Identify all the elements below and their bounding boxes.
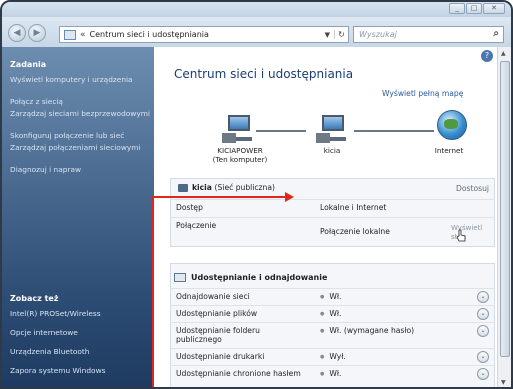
address-bar[interactable]: « Centrum sieci i udostępniania ▼ ↻ <box>59 26 349 43</box>
row-value: Wł. (wymagane hasło) <box>320 326 414 335</box>
row-value: Wł. <box>320 292 341 301</box>
network-folder-icon <box>64 29 76 40</box>
network-icon <box>178 184 188 192</box>
sidebar-item-diagnose[interactable]: Diagnozuj i napraw <box>10 165 152 175</box>
map-connector <box>354 130 434 132</box>
computer-icon <box>220 115 254 143</box>
map-node-label: KICIAPOWER <box>217 146 263 155</box>
sidebar-heading-see-also: Zobacz też <box>10 294 59 303</box>
sharing-icon <box>174 273 186 282</box>
sharing-row-printer: Udostępnianie drukarki Wył. ⌄ <box>170 348 495 365</box>
expand-chevron-icon[interactable]: ⌄ <box>477 325 489 337</box>
main-content: ? Centrum sieci i udostępniania Wyświetl… <box>154 47 497 387</box>
address-dropdown-icon[interactable]: ▼ <box>325 31 330 39</box>
annotation-arrow-line <box>152 196 287 198</box>
forward-button[interactable]: ▶ <box>28 24 46 42</box>
map-node-internet: Internet <box>434 146 464 155</box>
close-button[interactable]: ✕ <box>483 3 505 14</box>
internet-globe-icon <box>437 110 467 140</box>
row-key: Dostęp <box>176 203 203 212</box>
help-icon[interactable]: ? <box>481 50 493 62</box>
sidebar-item-view-computers[interactable]: Wyświetl komputery i urządzenia <box>10 75 152 85</box>
title-bar: _ □ ✕ <box>2 2 511 17</box>
address-toolbar: ◀ ▶ « Centrum sieci i udostępniania ▼ ↻ … <box>2 17 511 47</box>
customize-link[interactable]: Dostosuj <box>456 184 489 193</box>
sidebar-heading-tasks: Zadania <box>10 60 47 69</box>
minimize-button[interactable]: _ <box>449 3 465 14</box>
map-node-network: kicia <box>323 146 341 155</box>
back-button[interactable]: ◀ <box>8 24 26 42</box>
expand-chevron-icon[interactable]: ⌄ <box>477 308 489 320</box>
map-node-sublabel: (Ten komputer) <box>212 155 268 164</box>
sharing-row-public-folder: Udostępnianie folderu publicznego Wł. (w… <box>170 322 495 348</box>
network-type: (Sieć publiczna) <box>214 183 275 192</box>
sidebar-item-manage-wireless[interactable]: Zarządzaj sieciami bezprzewodowymi <box>10 109 152 119</box>
sharing-row-discovery: Odnajdowanie sieci Wł. ⌄ <box>170 288 495 305</box>
scroll-up-icon[interactable]: ▲ <box>501 50 506 57</box>
row-value: Wył. <box>320 352 345 361</box>
row-value: Lokalne i Internet <box>320 203 387 212</box>
search-placeholder: Wyszukaj <box>359 30 397 39</box>
expand-chevron-icon[interactable]: ⌄ <box>477 368 489 380</box>
search-icon[interactable]: ⌕ <box>493 28 499 39</box>
maximize-button[interactable]: □ <box>466 3 482 14</box>
sidebar-item-bluetooth[interactable]: Urządzenia Bluetooth <box>10 347 152 357</box>
sidebar-item-manage-connections[interactable]: Zarządzaj połączeniami sieciowymi <box>10 143 152 153</box>
network-name: kicia (Sieć publiczna) <box>192 183 275 192</box>
row-key: Udostępnianie chronione hasłem <box>176 369 301 378</box>
page-title: Centrum sieci i udostępniania <box>174 67 354 81</box>
map-node-computer: KICIAPOWER (Ten komputer) <box>210 146 270 164</box>
breadcrumb-chevron-icon: « <box>80 29 86 40</box>
map-connector <box>256 130 306 132</box>
network-icon <box>314 115 348 143</box>
expand-chevron-icon[interactable]: ⌄ <box>477 291 489 303</box>
sidebar-item-connect[interactable]: Połącz z siecią <box>10 97 152 107</box>
hand-cursor-icon <box>456 229 466 242</box>
sidebar: Zadania Wyświetl komputery i urządzenia … <box>2 47 154 387</box>
network-row-connection: Połączenie Połączenie lokalne <box>170 217 495 245</box>
address-path: Centrum sieci i udostępniania <box>89 30 209 39</box>
sidebar-item-proset[interactable]: Intel(R) PROSet/Wireless <box>10 309 152 319</box>
network-row-access: Dostęp Lokalne i Internet <box>170 199 495 216</box>
sidebar-item-internet-options[interactable]: Opcje internetowe <box>10 328 152 338</box>
window-controls: _ □ ✕ <box>449 3 505 14</box>
full-map-link[interactable]: Wyświetl pełną mapę <box>382 89 463 98</box>
sidebar-item-setup-connection[interactable]: Skonfiguruj połączenie lub sieć <box>10 131 152 141</box>
row-value: Wł. <box>320 369 341 378</box>
annotation-arrow-line <box>152 197 154 387</box>
expand-chevron-icon[interactable]: ⌄ <box>477 351 489 363</box>
row-key: Odnajdowanie sieci <box>176 292 250 301</box>
row-key: Połączenie <box>176 221 217 230</box>
window-frame: _ □ ✕ ◀ ▶ « Centrum sieci i udostępniani… <box>0 0 513 389</box>
sharing-row-password: Udostępnianie chronione hasłem Wł. ⌄ <box>170 365 495 382</box>
sidebar-item-firewall[interactable]: Zapora systemu Windows <box>10 366 152 376</box>
vertical-scrollbar[interactable]: ▲ ▼ <box>497 47 511 387</box>
row-key: Udostępnianie plików <box>176 309 258 318</box>
row-key: Udostępnianie folderu publicznego <box>176 326 260 344</box>
search-input[interactable]: Wyszukaj ⌕ <box>353 26 504 43</box>
row-key: Udostępnianie drukarki <box>176 352 265 361</box>
sharing-heading: Udostępnianie i odnajdowanie <box>191 273 328 282</box>
row-value: Wł. <box>320 309 341 318</box>
refresh-icon[interactable]: ↻ <box>334 30 348 39</box>
annotation-arrowhead <box>285 192 294 202</box>
scrollbar-thumb[interactable] <box>500 61 510 357</box>
sharing-row-files: Udostępnianie plików Wł. ⌄ <box>170 305 495 322</box>
row-value: Połączenie lokalne <box>320 227 390 236</box>
scroll-down-icon[interactable]: ▼ <box>501 379 506 386</box>
